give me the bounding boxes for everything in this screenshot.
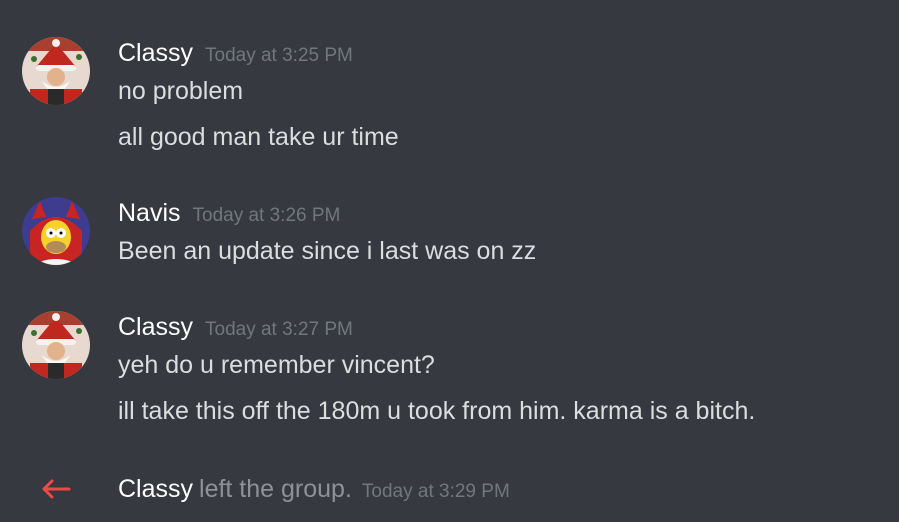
message-text: ill take this off the 180m u took from h… bbox=[118, 397, 756, 425]
avatar[interactable] bbox=[22, 37, 90, 105]
system-message-text: left the group. bbox=[199, 475, 352, 503]
message-text: yeh do u remember vincent? bbox=[118, 351, 435, 379]
message-header: Classy Today at 3:25 PM bbox=[118, 37, 353, 69]
message-header: Classy Today at 3:27 PM bbox=[118, 311, 353, 343]
message-text: no problem bbox=[118, 77, 244, 105]
system-message: Classy left the group. Today at 3:29 PM bbox=[0, 472, 899, 506]
timestamp: Today at 3:27 PM bbox=[205, 319, 353, 340]
message-group: Classy Today at 3:25 PM no problem all go… bbox=[0, 37, 899, 151]
username[interactable]: Classy bbox=[118, 313, 193, 341]
username[interactable]: Classy bbox=[118, 475, 193, 503]
timestamp: Today at 3:26 PM bbox=[192, 205, 341, 226]
left-arrow-icon bbox=[40, 479, 72, 499]
message-group: Classy Today at 3:27 PM yeh do u remember… bbox=[0, 311, 899, 425]
santa-avatar-icon bbox=[22, 311, 90, 379]
avatar[interactable] bbox=[22, 311, 90, 379]
homer-devil-avatar-icon bbox=[22, 197, 90, 265]
timestamp: Today at 3:25 PM bbox=[205, 45, 353, 66]
message-text: all good man take ur time bbox=[118, 123, 399, 151]
chat-messages: Classy Today at 3:25 PM no problem all go… bbox=[0, 0, 899, 522]
timestamp: Today at 3:29 PM bbox=[361, 481, 510, 502]
username[interactable]: Navis bbox=[118, 199, 181, 227]
username[interactable]: Classy bbox=[118, 39, 193, 67]
message-header: Navis Today at 3:26 PM bbox=[118, 197, 340, 229]
message-text: Been an update since i last was on zz bbox=[118, 237, 537, 265]
avatar[interactable] bbox=[22, 197, 90, 265]
santa-avatar-icon bbox=[22, 37, 90, 105]
message-group: Navis Today at 3:26 PM Been an update sin… bbox=[0, 197, 899, 267]
system-message-line: Classy left the group. Today at 3:29 PM bbox=[118, 472, 510, 510]
